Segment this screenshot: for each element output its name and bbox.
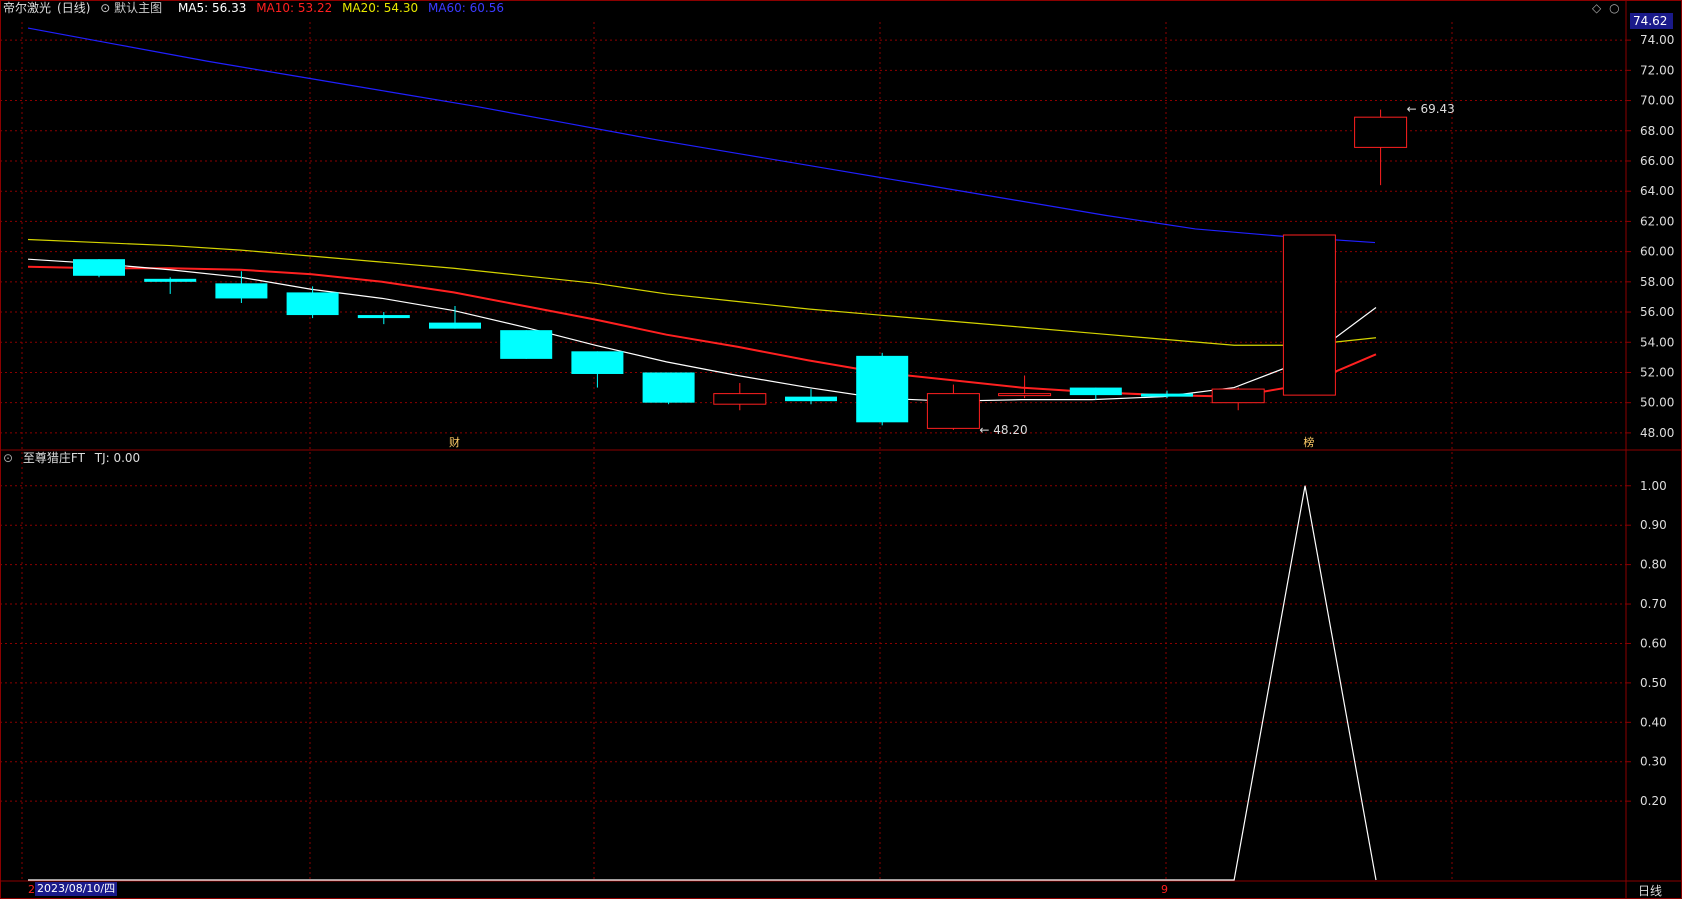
- main-header: 帝尔激光 (日线) ⊙ 默认主图 MA5: 56.33 MA10: 53.22 M…: [3, 0, 510, 16]
- ma5-line: [27, 258, 1377, 402]
- y-tick-label: 0.80: [1640, 558, 1667, 572]
- indicator-value: TJ: 0.00: [94, 451, 141, 465]
- y-tick-label: 74.00: [1640, 33, 1674, 47]
- top-right-icons: ◇ ○: [1592, 1, 1620, 15]
- indicator-name[interactable]: 至尊猎庄FT: [23, 451, 85, 465]
- candlesticks: [73, 109, 1408, 430]
- y-tick-label: 56.00: [1640, 305, 1674, 319]
- main-chart-dropdown[interactable]: ⊙ 默认主图: [100, 1, 168, 15]
- y-tick-label: 0.60: [1640, 636, 1667, 650]
- candle: [642, 372, 695, 405]
- candle: [1069, 387, 1122, 400]
- candle-body: [286, 292, 339, 316]
- candle: [856, 352, 909, 426]
- footer-mid-marker: 9: [1161, 883, 1168, 896]
- candle-body: [500, 330, 553, 359]
- candle: [500, 330, 553, 359]
- candle-body: [1141, 393, 1193, 397]
- y-tick-label: 54.00: [1640, 335, 1674, 349]
- candle: [785, 389, 837, 405]
- moving-average-lines: [27, 27, 1377, 402]
- y-tick-label: 52.00: [1640, 365, 1674, 379]
- indicator-dropdown-icon[interactable]: ⊙: [3, 451, 13, 465]
- candle: [73, 259, 125, 278]
- candle-body: [926, 393, 980, 429]
- y-tick-label: 0.90: [1640, 518, 1667, 532]
- candle: [429, 306, 481, 329]
- y-tick-label: 1.00: [1640, 479, 1667, 493]
- indicator-header: ⊙ 至尊猎庄FT TJ: 0.00: [3, 450, 146, 466]
- candle: [1282, 234, 1336, 396]
- y-tick-label: 0.50: [1640, 676, 1667, 690]
- y-tick-label: 0.40: [1640, 715, 1667, 729]
- candle: [713, 383, 767, 411]
- candle-body: [1354, 116, 1408, 148]
- y-tick-label: 50.00: [1640, 396, 1674, 410]
- price-axis: 48.00 50.00 52.00 54.00 56.00 58.00 60.00 62.00…: [1626, 33, 1674, 808]
- candle-body: [73, 259, 125, 276]
- last-price-tag: 74.62: [1630, 13, 1673, 29]
- ma10-label: MA10: 53.22: [256, 1, 333, 15]
- candle-body: [429, 322, 481, 329]
- y-tick-label: 66.00: [1640, 154, 1674, 168]
- candle: [144, 277, 197, 294]
- ma5-label: MA5: 56.33: [177, 1, 247, 15]
- y-tick-label: 0.30: [1640, 755, 1667, 769]
- candle-body: [1211, 388, 1265, 404]
- y-tick-label: 70.00: [1640, 94, 1674, 108]
- stock-chart: 48.00 50.00 52.00 54.00 56.00 58.00 60.00 62.00…: [0, 0, 1682, 899]
- y-tick-label: 58.00: [1640, 275, 1674, 289]
- footer-left-marker: 2: [28, 883, 35, 896]
- circle-icon[interactable]: ○: [1609, 1, 1619, 15]
- candle: [286, 286, 339, 319]
- candle-body: [215, 283, 268, 299]
- y-tick-label: 72.00: [1640, 63, 1674, 77]
- candle-body: [571, 351, 624, 374]
- candle-body: [998, 393, 1052, 397]
- event-marker: 榜: [1303, 435, 1314, 449]
- ma20-label: MA20: 54.30: [342, 1, 419, 15]
- y-tick-label: 0.20: [1640, 794, 1667, 808]
- candle-body: [856, 355, 909, 423]
- period-label: (日线): [57, 1, 91, 15]
- price-annotation: ← 48.20: [979, 423, 1027, 437]
- candle-body: [357, 315, 410, 319]
- candle-body: [642, 372, 695, 403]
- y-tick-label: 0.70: [1640, 597, 1667, 611]
- footer-date: 2023/08/10/四: [35, 882, 118, 896]
- y-tick-label: 48.00: [1640, 426, 1674, 440]
- y-tick-label: 68.00: [1640, 124, 1674, 138]
- candle-body: [144, 278, 197, 282]
- y-tick-label: 64.00: [1640, 184, 1674, 198]
- event-marker: 财: [449, 435, 460, 449]
- price-annotation: ← 69.43: [1407, 102, 1455, 116]
- grid-lines: [0, 0, 1682, 899]
- candle-body: [713, 393, 767, 405]
- period-button[interactable]: 日线: [1638, 882, 1662, 899]
- candle: [571, 351, 624, 388]
- diamond-icon[interactable]: ◇: [1592, 1, 1601, 15]
- ma60-line: [27, 27, 1376, 244]
- y-tick-label: 62.00: [1640, 214, 1674, 228]
- candle: [1354, 109, 1408, 186]
- candle-body: [1069, 387, 1122, 396]
- main-chart-label: 默认主图: [114, 1, 163, 15]
- candle-body: [1282, 234, 1336, 396]
- stock-name[interactable]: 帝尔激光: [3, 1, 51, 15]
- candle-body: [785, 396, 837, 402]
- ma60-label: MA60: 60.56: [427, 1, 504, 15]
- candle: [1211, 387, 1265, 411]
- candle: [357, 312, 410, 325]
- candle: [926, 384, 980, 430]
- y-tick-label: 60.00: [1640, 245, 1674, 259]
